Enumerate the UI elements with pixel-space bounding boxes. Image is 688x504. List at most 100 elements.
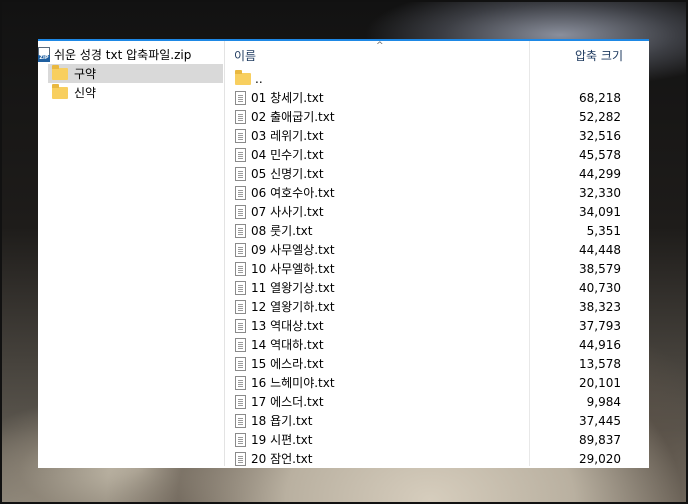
text-file-icon (235, 337, 246, 352)
file-row[interactable]: 05 신명기.txt 44,299 (228, 164, 649, 183)
file-name: 14 역대하.txt (251, 338, 324, 352)
file-compressed-size: 5,351 (586, 223, 621, 238)
file-row[interactable]: 09 사무엘상.txt 44,448 (228, 240, 649, 259)
zip-archive-icon (38, 46, 50, 62)
text-file-icon (235, 109, 246, 124)
file-compressed-size: 20,101 (579, 375, 621, 390)
sort-ascending-icon: ^ (376, 41, 384, 51)
file-row[interactable]: 11 열왕기상.txt 40,730 (228, 278, 649, 297)
folder-tree-pane: 쉬운 성경 txt 압축파일.zip 구약 신약 (38, 41, 225, 466)
file-compressed-size: 32,330 (579, 185, 621, 200)
parent-folder-row[interactable]: .. (228, 69, 649, 88)
tree-root-archive[interactable]: 쉬운 성경 txt 압축파일.zip (38, 45, 224, 63)
file-name: 15 에스라.txt (251, 357, 324, 371)
file-row[interactable]: 07 사사기.txt 34,091 (228, 202, 649, 221)
folder-up-icon (235, 69, 251, 85)
file-compressed-size: 38,323 (579, 299, 621, 314)
file-name: 20 잠언.txt (251, 452, 313, 466)
file-row[interactable]: 12 열왕기하.txt 38,323 (228, 297, 649, 316)
text-file-icon (235, 204, 246, 219)
file-name: 03 레위기.txt (251, 129, 324, 143)
tree-item-label: 신약 (74, 86, 97, 100)
text-file-icon (235, 280, 246, 295)
file-row[interactable]: 01 창세기.txt 68,218 (228, 88, 649, 107)
file-compressed-size: 34,091 (579, 204, 621, 219)
file-compressed-size: 37,793 (579, 318, 621, 333)
column-header-compressed-size[interactable]: 압축 크기 (575, 47, 623, 64)
text-file-icon (235, 375, 246, 390)
text-file-icon (235, 185, 246, 200)
text-file-icon (235, 90, 246, 105)
file-compressed-size: 44,299 (579, 166, 621, 181)
file-name: 10 사무엘하.txt (251, 262, 335, 276)
file-name: 04 민수기.txt (251, 148, 324, 162)
file-name: 13 역대상.txt (251, 319, 324, 333)
text-file-icon (235, 356, 246, 371)
file-row[interactable]: 03 레위기.txt 32,516 (228, 126, 649, 145)
file-row[interactable]: 16 느헤미야.txt 20,101 (228, 373, 649, 392)
file-name: 11 열왕기상.txt (251, 281, 335, 295)
file-row[interactable]: 04 민수기.txt 45,578 (228, 145, 649, 164)
file-compressed-size: 52,282 (579, 109, 621, 124)
file-name: 01 창세기.txt (251, 91, 324, 105)
tree-item-old-testament[interactable]: 구약 (48, 64, 223, 83)
file-row[interactable]: 18 욥기.txt 37,445 (228, 411, 649, 430)
text-file-icon (235, 128, 246, 143)
file-row[interactable]: 20 잠언.txt 29,020 (228, 449, 649, 468)
file-row[interactable]: 02 출애굽기.txt 52,282 (228, 107, 649, 126)
parent-folder-label: .. (255, 71, 263, 86)
file-compressed-size: 38,579 (579, 261, 621, 276)
file-compressed-size: 32,516 (579, 128, 621, 143)
file-name: 06 여호수아.txt (251, 186, 335, 200)
tree-item-label: 구약 (74, 67, 97, 81)
tree-root-label: 쉬운 성경 txt 압축파일.zip (54, 47, 192, 62)
list-header: 이름 ^ 압축 크기 (228, 41, 649, 69)
file-compressed-size: 44,916 (579, 337, 621, 352)
file-name: 18 욥기.txt (251, 414, 313, 428)
text-file-icon (235, 413, 246, 428)
text-file-icon (235, 318, 246, 333)
file-compressed-size: 29,020 (579, 451, 621, 466)
file-compressed-size: 89,837 (579, 432, 621, 447)
text-file-icon (235, 299, 246, 314)
file-row[interactable]: 19 시편.txt 89,837 (228, 430, 649, 449)
file-row[interactable]: 13 역대상.txt 37,793 (228, 316, 649, 335)
file-list-pane: 이름 ^ 압축 크기 .. 01 창세기.txt 68,218 02 출애굽기.tx… (228, 41, 649, 466)
file-row[interactable]: 14 역대하.txt 44,916 (228, 335, 649, 354)
file-name: 17 에스더.txt (251, 395, 324, 409)
text-file-icon (235, 147, 246, 162)
file-name: 09 사무엘상.txt (251, 243, 335, 257)
file-name: 19 시편.txt (251, 433, 313, 447)
file-row[interactable]: 08 룻기.txt 5,351 (228, 221, 649, 240)
text-file-icon (235, 394, 246, 409)
file-compressed-size: 45,578 (579, 147, 621, 162)
folder-icon (52, 83, 68, 99)
text-file-icon (235, 223, 246, 238)
file-row[interactable]: 17 에스더.txt 9,984 (228, 392, 649, 411)
file-compressed-size: 9,984 (586, 394, 621, 409)
file-name: 16 느헤미야.txt (251, 376, 335, 390)
file-compressed-size: 13,578 (579, 356, 621, 371)
file-compressed-size: 37,445 (579, 413, 621, 428)
file-compressed-size: 68,218 (579, 90, 621, 105)
file-name: 05 신명기.txt (251, 167, 324, 181)
folder-icon (52, 64, 68, 80)
column-header-name[interactable]: 이름 (234, 47, 256, 64)
file-name: 02 출애굽기.txt (251, 110, 335, 124)
file-name: 12 열왕기하.txt (251, 300, 335, 314)
tree-item-new-testament[interactable]: 신약 (48, 83, 223, 102)
text-file-icon (235, 166, 246, 181)
text-file-icon (235, 261, 246, 276)
file-compressed-size: 44,448 (579, 242, 621, 257)
archive-window: 쉬운 성경 txt 압축파일.zip 구약 신약 이름 ^ 압축 크기 .. 0… (38, 39, 649, 468)
file-name: 08 룻기.txt (251, 224, 313, 238)
text-file-icon (235, 432, 246, 447)
text-file-icon (235, 242, 246, 257)
file-row[interactable]: 06 여호수아.txt 32,330 (228, 183, 649, 202)
file-name: 07 사사기.txt (251, 205, 324, 219)
file-compressed-size: 40,730 (579, 280, 621, 295)
file-row[interactable]: 10 사무엘하.txt 38,579 (228, 259, 649, 278)
text-file-icon (235, 451, 246, 466)
file-row[interactable]: 15 에스라.txt 13,578 (228, 354, 649, 373)
file-list: .. 01 창세기.txt 68,218 02 출애굽기.txt 52,282 03 레… (228, 69, 649, 468)
